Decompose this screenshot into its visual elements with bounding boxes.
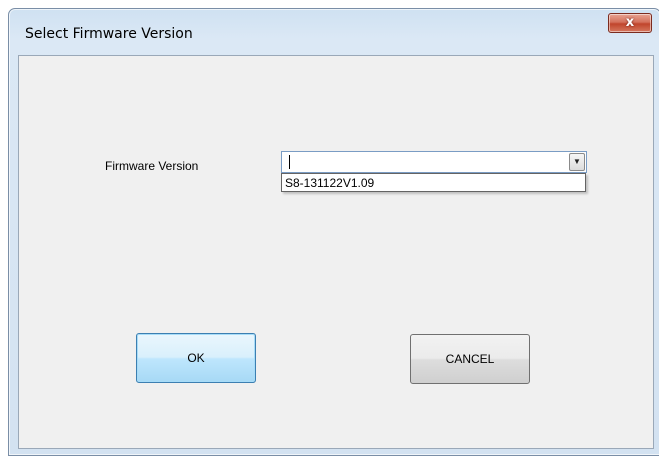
dialog-window: Select Firmware Version x Firmware Versi…: [8, 8, 659, 456]
window-title: Select Firmware Version: [25, 26, 193, 42]
close-icon: x: [625, 15, 635, 30]
text-caret: [289, 155, 290, 169]
dialog-client-area: Firmware Version ▼ S8-131122V1.09 OK CAN…: [18, 55, 654, 449]
ok-button[interactable]: OK: [136, 333, 256, 383]
firmware-dropdown-list: S8-131122V1.09: [281, 173, 586, 192]
firmware-version-combobox[interactable]: ▼: [281, 151, 587, 173]
chevron-down-icon: ▼: [573, 157, 581, 166]
dropdown-arrow-button[interactable]: ▼: [569, 153, 585, 171]
firmware-version-label: Firmware Version: [105, 159, 199, 173]
close-button[interactable]: x: [608, 13, 652, 33]
dropdown-option[interactable]: S8-131122V1.09: [285, 175, 374, 191]
cancel-button[interactable]: CANCEL: [410, 334, 530, 384]
